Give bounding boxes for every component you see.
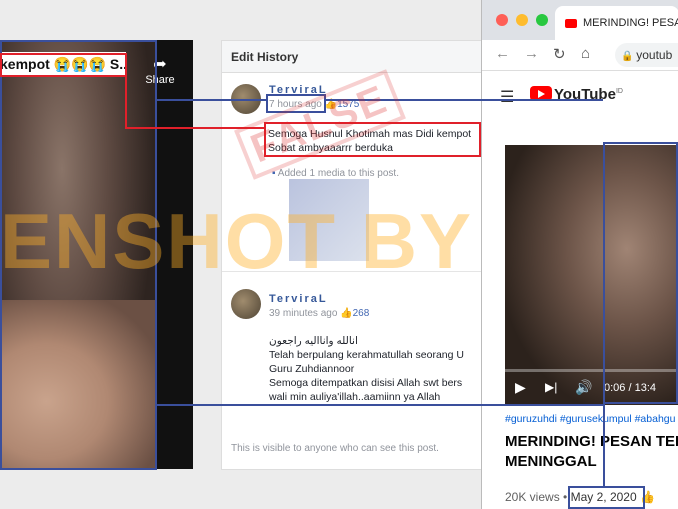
browser-tab[interactable]: MERINDING! PESAN (555, 6, 678, 40)
highlight-caption-box (0, 53, 127, 77)
minimize-window-icon[interactable] (516, 14, 528, 26)
highlight-post-text-box (264, 122, 481, 157)
play-icon[interactable]: ▶ (515, 379, 526, 396)
connector-blue-date (603, 404, 605, 486)
menu-icon[interactable]: ☰ (500, 87, 514, 107)
highlight-left-video-box (0, 40, 157, 470)
lock-icon: 🔒 (621, 51, 637, 62)
address-text: youtub (636, 48, 673, 62)
volume-icon[interactable]: 🔊 (575, 379, 592, 396)
entry-2-meta: 39 minutes ago 👍268 (269, 308, 369, 319)
home-icon[interactable]: ⌂ (581, 45, 590, 62)
visibility-note: This is visible to anyone who can see th… (231, 443, 439, 454)
entry-2-username[interactable]: TerviraL (269, 293, 328, 305)
address-bar[interactable]: 🔒 youtub (615, 43, 678, 67)
entry-2-time[interactable]: 39 minutes ago (269, 308, 337, 319)
entry-2-line-3: Guru Zuhdiannoor (269, 363, 355, 375)
like-icon: 👍 (340, 308, 353, 319)
next-icon[interactable]: ▶| (545, 380, 557, 394)
connector-blue-bottom (157, 404, 604, 406)
video-title-line-1: MERINDING! PESAN TER (505, 433, 678, 450)
highlight-youtube-video-box (603, 142, 678, 404)
highlight-post-time-box (266, 94, 326, 113)
connector-blue-time (325, 99, 603, 101)
entry-2-line-1: انالله وانااليه راجعون (269, 335, 358, 347)
highlight-upload-date-box (568, 486, 645, 509)
close-window-icon[interactable] (496, 14, 508, 26)
entry-2-line-2: Telah berpulang kerahmatullah seorang U (269, 349, 464, 361)
connector-red-horizontal (125, 127, 265, 129)
video-title: MERINDING! PESAN TER MENINGGAL (505, 432, 678, 472)
region-code: ID (615, 88, 623, 95)
entry-1-media-note: ▪ Added 1 media to this post. (272, 168, 399, 179)
entry-divider (222, 271, 482, 272)
view-count: 20K views (505, 490, 560, 504)
tab-title: MERINDING! PESAN (583, 17, 678, 29)
entry-2-line-4: Semoga ditempatkan disisi Allah swt bers (269, 377, 463, 389)
avatar[interactable] (231, 289, 261, 319)
video-hashtags[interactable]: #guruzuhdi #gurusekumpul #abahgu (505, 413, 675, 425)
reload-icon[interactable]: ↻ (553, 45, 566, 63)
entry-2-line-5: wali min auliya'illah..aamiinn ya Allah (269, 391, 441, 403)
entry-2-likes[interactable]: 268 (353, 308, 370, 319)
forward-icon[interactable]: → (524, 45, 539, 62)
maximize-window-icon[interactable] (536, 14, 548, 26)
media-note-text: Added 1 media to this post. (277, 168, 399, 179)
video-title-line-2: MENINGGAL (505, 453, 597, 470)
entry-2-text: انالله وانااليه راجعون Telah berpulang k… (269, 334, 464, 404)
back-icon[interactable]: ← (495, 45, 510, 62)
connector-red-vertical (125, 64, 127, 128)
edit-history-title: Edit History (222, 41, 482, 73)
added-media-thumbnail[interactable] (289, 179, 369, 261)
youtube-favicon-icon (565, 18, 577, 28)
connector-blue-top (157, 99, 266, 101)
